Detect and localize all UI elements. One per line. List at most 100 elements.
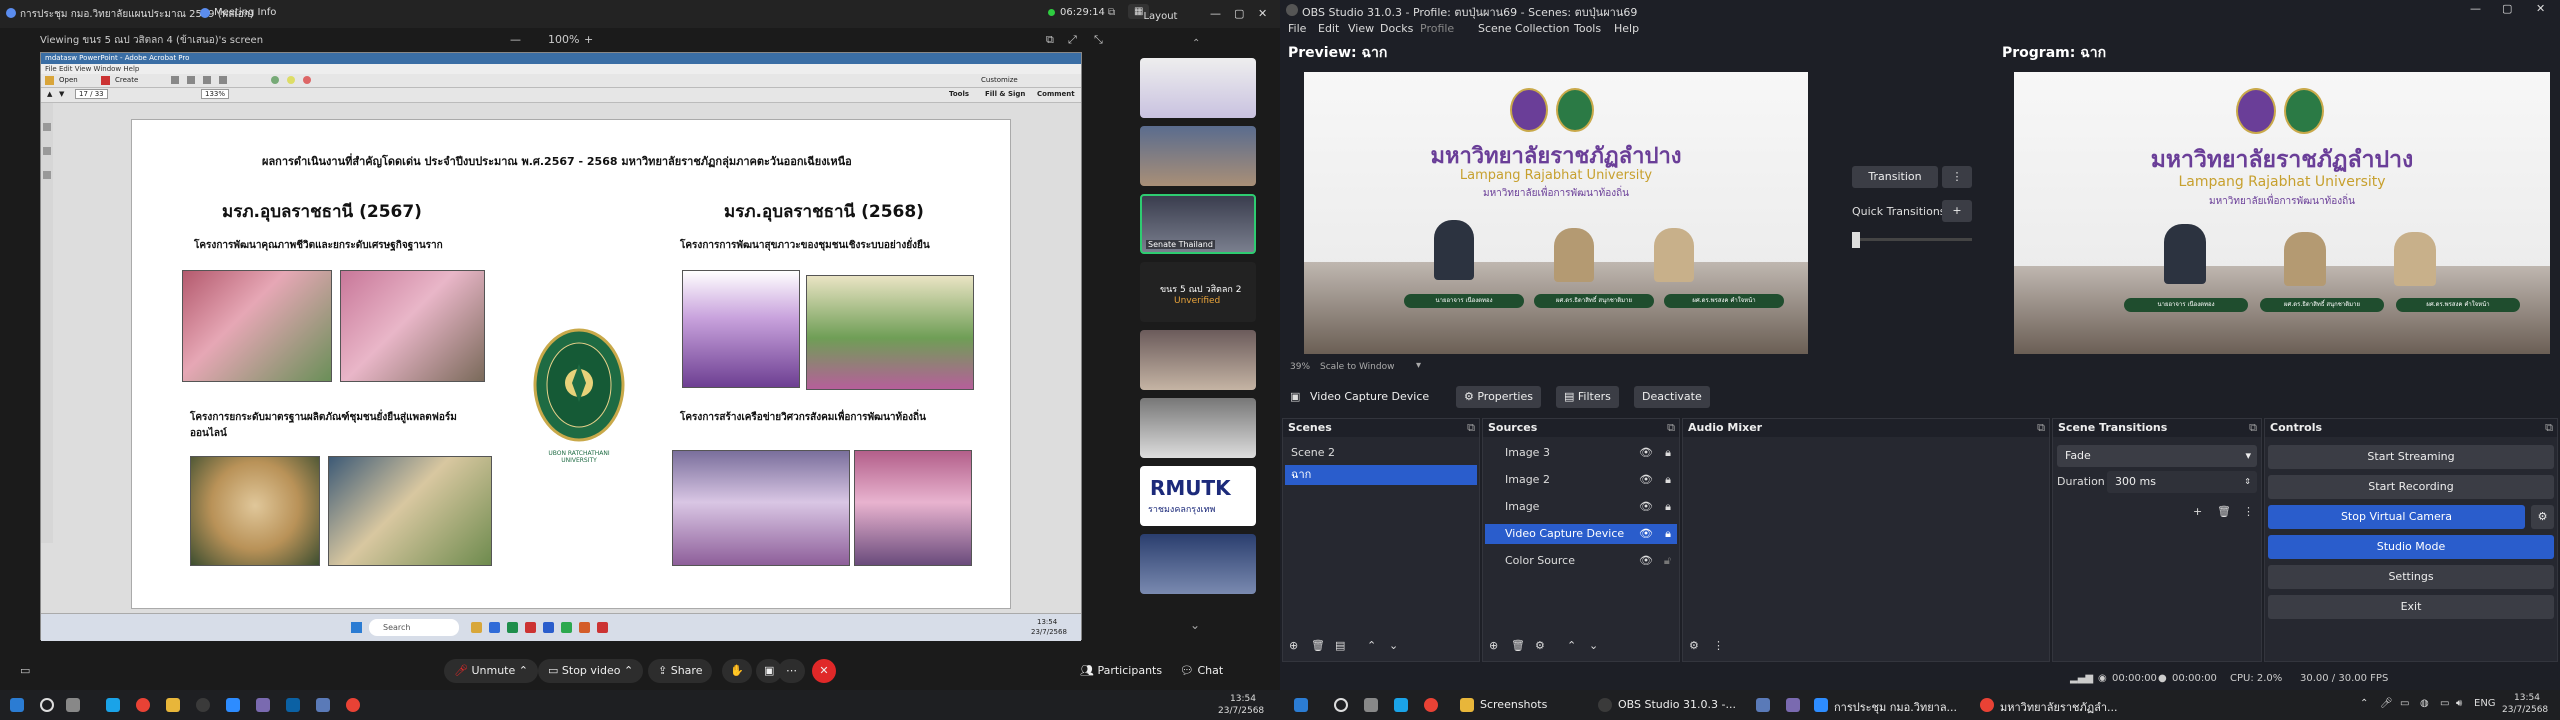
maximize-icon[interactable]: ▢ xyxy=(1234,7,1244,20)
menu-view[interactable]: View xyxy=(1348,22,1374,35)
gear-icon[interactable]: ⚙ xyxy=(1689,639,1699,652)
gear-icon[interactable]: ⚙ xyxy=(1535,639,1545,652)
share-button[interactable]: ⇪ Share xyxy=(648,659,713,683)
app-icon[interactable] xyxy=(1756,698,1770,712)
virtual-camera-settings-button[interactable]: ⚙ xyxy=(2531,505,2554,529)
windows-icon[interactable] xyxy=(1294,698,1308,712)
lock-icon[interactable]: 🔒︎ xyxy=(1665,470,1671,490)
participant-tile-3[interactable]: Senate Thailand xyxy=(1140,194,1256,254)
chrome-icon[interactable] xyxy=(1424,698,1438,712)
customize-button[interactable]: Customize xyxy=(981,76,1018,84)
lock-icon[interactable]: 🔒︎ xyxy=(1665,443,1671,463)
volume-icon[interactable]: 🔊︎ xyxy=(2456,698,2462,709)
print-icon[interactable] xyxy=(187,76,195,84)
eye-icon[interactable]: 👁︎ xyxy=(1639,524,1653,544)
participant-tile-2[interactable] xyxy=(1140,126,1256,186)
lock-icon[interactable]: 🔒︎ xyxy=(1665,524,1671,544)
expand-icon[interactable]: ⤡ xyxy=(1094,33,1103,47)
taskbar-item-obs[interactable]: OBS Studio 31.0.3 -... xyxy=(1618,698,1736,711)
dock-icon[interactable]: ⧉ xyxy=(1667,421,1675,435)
search-icon[interactable] xyxy=(40,698,54,712)
app-icon[interactable] xyxy=(1786,698,1800,712)
zoom-percent[interactable]: 133% xyxy=(201,89,230,99)
fill-sign-tab[interactable]: Fill & Sign xyxy=(985,90,1025,98)
close-icon[interactable]: ✕ xyxy=(2536,2,2545,15)
windows-icon[interactable] xyxy=(10,698,24,712)
chat-button[interactable]: 💬︎ Chat xyxy=(1180,664,1223,677)
prev-page-icon[interactable]: ▲ xyxy=(47,90,52,98)
eye-icon[interactable]: 👁︎ xyxy=(1639,443,1653,463)
bookmarks-icon[interactable] xyxy=(43,147,51,155)
zoom-icon[interactable] xyxy=(226,698,240,712)
captions-icon[interactable]: ▭ xyxy=(20,664,30,677)
reactions-button[interactable]: ✋ xyxy=(722,659,752,683)
menu-file[interactable]: File xyxy=(1288,22,1306,35)
obs-icon[interactable] xyxy=(196,698,210,712)
menu-profile[interactable]: Profile xyxy=(1420,22,1454,35)
source-item[interactable]: Video Capture Device 👁︎ 🔒︎ xyxy=(1485,524,1677,544)
menu-tools[interactable]: Tools xyxy=(1574,22,1601,35)
zoom-in-button[interactable]: + xyxy=(584,33,593,46)
pages-icon[interactable] xyxy=(43,123,51,131)
add-icon[interactable]: ⊕ xyxy=(1289,639,1298,652)
comment-icon[interactable] xyxy=(287,76,295,84)
chrome-icon[interactable] xyxy=(1980,698,1994,712)
menu-docks[interactable]: Docks xyxy=(1380,22,1413,35)
participant-tile-4[interactable]: ขนร 5 ณป วสิตลก 2 Unverified xyxy=(1140,262,1256,322)
chrome-icon[interactable] xyxy=(346,698,360,712)
up-arrow-icon[interactable]: ⌃ xyxy=(1367,639,1376,652)
filters-button[interactable]: ▤ Filters xyxy=(1556,386,1619,408)
leave-button[interactable]: ✕ xyxy=(812,659,836,683)
menu-edit[interactable]: Edit xyxy=(1318,22,1339,35)
unmute-button[interactable]: 🎤︎ Unmute ⌃ xyxy=(444,659,538,683)
participant-tile-6[interactable] xyxy=(1140,398,1256,458)
trash-icon[interactable]: 🗑︎ xyxy=(1511,639,1525,652)
properties-button[interactable]: ⚙ Properties xyxy=(1456,386,1541,408)
start-streaming-button[interactable]: Start Streaming xyxy=(2268,445,2554,469)
dock-icon[interactable]: ⧉ xyxy=(1467,421,1475,435)
participant-tile-8[interactable] xyxy=(1140,534,1256,594)
trash-icon[interactable]: 🗑︎ xyxy=(1311,639,1325,652)
eye-icon[interactable]: 👁︎ xyxy=(1639,551,1653,571)
page-number[interactable]: 17 / 33 xyxy=(75,89,108,99)
start-recording-button[interactable]: Start Recording xyxy=(2268,475,2554,499)
taskbar-item-zoom[interactable]: การประชุม กมอ.วิทยาล... xyxy=(1834,698,1957,716)
participant-tile-1[interactable] xyxy=(1140,58,1256,118)
deactivate-button[interactable]: Deactivate xyxy=(1634,386,1710,408)
transition-slider[interactable] xyxy=(1852,238,1972,241)
task-view-icon[interactable] xyxy=(66,698,80,712)
transition-button[interactable]: Transition xyxy=(1852,166,1938,188)
mail-icon[interactable] xyxy=(219,76,227,84)
folder-icon[interactable] xyxy=(166,698,180,712)
taskbar-item-chrome[interactable]: มหาวิทยาลัยราชภัฏลำ... xyxy=(2000,698,2118,716)
dock-icon[interactable]: ⧉ xyxy=(2249,421,2257,435)
down-arrow-icon[interactable]: ⌄ xyxy=(1589,639,1598,652)
next-page-icon[interactable]: ▼ xyxy=(59,90,64,98)
edge-icon[interactable] xyxy=(106,698,120,712)
zoom-icon[interactable] xyxy=(1814,698,1828,712)
exit-button[interactable]: Exit xyxy=(2268,595,2554,619)
chrome-icon[interactable] xyxy=(136,698,150,712)
filter-icon[interactable]: ▤ xyxy=(1335,639,1345,652)
dock-icon[interactable]: ⧉ xyxy=(2037,421,2045,435)
zoom-out-button[interactable]: — xyxy=(510,33,521,46)
more-icon[interactable]: ⋮ xyxy=(1713,639,1724,652)
duration-input[interactable]: 300 ms ⇕ xyxy=(2107,471,2257,493)
participants-button[interactable]: 👥︎ Participants xyxy=(1080,664,1162,677)
tools-tab[interactable]: Tools xyxy=(949,90,969,98)
eye-icon[interactable]: 👁︎ xyxy=(1639,470,1653,490)
folder-icon[interactable] xyxy=(1460,698,1474,712)
location-icon[interactable]: ◍ xyxy=(2420,698,2429,709)
add-icon[interactable]: ⊕ xyxy=(1489,639,1498,652)
layout-button[interactable]: ▦ Layout xyxy=(1128,4,1177,22)
minimize-icon[interactable]: — xyxy=(2470,2,2481,15)
stop-video-button[interactable]: ▭ Stop video ⌃ xyxy=(538,659,644,683)
cc-icon[interactable]: ⧉ xyxy=(1108,7,1115,18)
meeting-info-button[interactable]: Meeting Info xyxy=(214,7,276,18)
menu-help[interactable]: Help xyxy=(1614,22,1639,35)
app-icon[interactable] xyxy=(256,698,270,712)
obs-icon[interactable] xyxy=(1598,698,1612,712)
edit-icon[interactable] xyxy=(203,76,211,84)
scroll-down-icon[interactable]: ⌄ xyxy=(1190,618,1200,632)
transition-menu-button[interactable]: ⋮ xyxy=(1942,166,1972,188)
